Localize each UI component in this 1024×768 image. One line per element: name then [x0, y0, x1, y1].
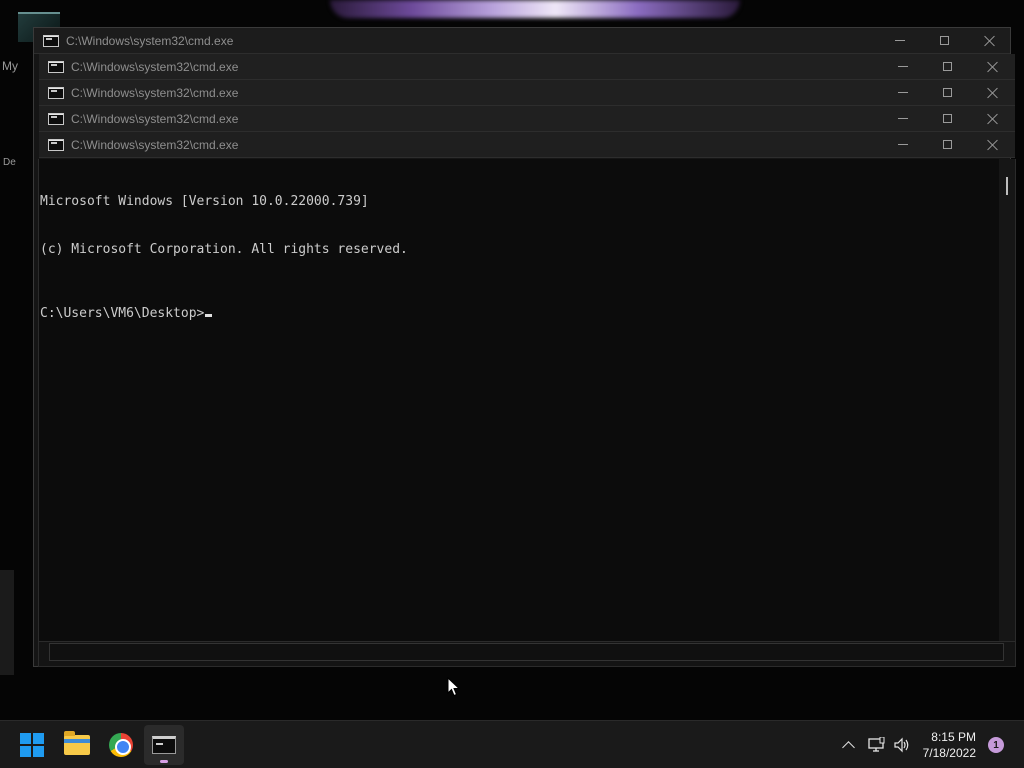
minimize-button[interactable]: [880, 132, 925, 157]
maximize-icon: [940, 36, 949, 45]
window-title: C:\Windows\system32\cmd.exe: [71, 137, 239, 152]
maximize-icon: [943, 114, 952, 123]
window-title: C:\Windows\system32\cmd.exe: [71, 111, 239, 126]
chrome-icon: [109, 733, 133, 757]
file-explorer-icon: [64, 731, 90, 755]
minimize-button[interactable]: [880, 80, 925, 105]
maximize-button[interactable]: [925, 132, 970, 157]
minimize-button[interactable]: [877, 28, 922, 53]
cmd-app-icon: [48, 112, 64, 125]
command-prompt-icon: [152, 736, 176, 754]
console-text: Microsoft Windows [Version 10.0.22000.73…: [40, 162, 408, 354]
maximize-button[interactable]: [925, 54, 970, 79]
network-button[interactable]: [864, 733, 888, 757]
cmd-window-titlebar-active[interactable]: C:\Windows\system32\cmd.exe: [39, 132, 1015, 158]
minimize-icon: [897, 92, 908, 93]
wallpaper-glow: [330, 0, 740, 18]
clock-date: 7/18/2022: [922, 746, 976, 760]
minimize-icon: [897, 118, 908, 119]
window-title: C:\Windows\system32\cmd.exe: [71, 59, 239, 74]
notification-badge[interactable]: 1: [988, 737, 1004, 753]
active-app-indicator: [160, 760, 168, 763]
volume-button[interactable]: [890, 733, 914, 757]
minimize-button[interactable]: [880, 106, 925, 131]
mouse-pointer-icon: [447, 677, 461, 697]
cmd-window-titlebar[interactable]: C:\Windows\system32\cmd.exe: [39, 106, 1015, 132]
window-title: C:\Windows\system32\cmd.exe: [66, 33, 234, 48]
minimize-icon: [897, 66, 908, 67]
show-hidden-icons-button[interactable]: [836, 733, 860, 757]
maximize-button[interactable]: [922, 28, 967, 53]
maximize-icon: [943, 88, 952, 97]
cmd-app-icon: [48, 60, 64, 73]
close-icon: [987, 139, 999, 151]
network-icon: [868, 737, 885, 752]
close-button[interactable]: [970, 54, 1015, 79]
horizontal-scrollbar[interactable]: [49, 643, 1004, 661]
close-icon: [987, 87, 999, 99]
console-output-area[interactable]: Microsoft Windows [Version 10.0.22000.73…: [38, 159, 1016, 641]
console-copyright-line: (c) Microsoft Corporation. All rights re…: [40, 242, 408, 257]
minimize-button[interactable]: [880, 54, 925, 79]
console-version-line: Microsoft Windows [Version 10.0.22000.73…: [40, 194, 369, 209]
background-window-edge: [0, 570, 14, 675]
close-button[interactable]: [970, 80, 1015, 105]
window-title: C:\Windows\system32\cmd.exe: [71, 85, 239, 100]
minimize-icon: [897, 144, 908, 145]
close-icon: [984, 35, 996, 47]
cmd-window-titlebar[interactable]: C:\Windows\system32\cmd.exe: [34, 28, 1010, 54]
minimize-icon: [894, 40, 905, 41]
clock[interactable]: 8:15 PM 7/18/2022: [923, 729, 976, 761]
scrollbar-thumb[interactable]: [1006, 177, 1008, 195]
console-prompt-line[interactable]: C:\Users\VM6\Desktop>: [40, 306, 408, 322]
desktop-label-my: My: [2, 59, 18, 73]
file-explorer-button[interactable]: [57, 725, 97, 765]
taskbar: 8:15 PM 7/18/2022 1: [0, 720, 1024, 768]
text-cursor: [205, 314, 213, 317]
cmd-app-icon: [48, 86, 64, 99]
cmd-window-titlebar[interactable]: C:\Windows\system32\cmd.exe: [39, 54, 1015, 80]
windows-start-icon: [20, 733, 44, 757]
maximize-button[interactable]: [925, 106, 970, 131]
cmd-app-icon: [43, 34, 59, 47]
chrome-button[interactable]: [101, 725, 141, 765]
console-prompt: C:\Users\VM6\Desktop>: [40, 306, 205, 321]
close-button[interactable]: [970, 106, 1015, 131]
chevron-up-icon: [841, 741, 855, 754]
window-bottom-area: [38, 641, 1016, 667]
vertical-scrollbar[interactable]: [999, 159, 1015, 641]
clock-time: 8:15 PM: [931, 730, 976, 744]
command-prompt-taskbar-button[interactable]: [144, 725, 184, 765]
maximize-icon: [943, 140, 952, 149]
desktop-label-de: De: [3, 157, 16, 168]
system-tray: [836, 721, 914, 768]
cmd-window-titlebar[interactable]: C:\Windows\system32\cmd.exe: [39, 80, 1015, 106]
close-icon: [987, 113, 999, 125]
maximize-button[interactable]: [925, 80, 970, 105]
volume-icon: [894, 737, 909, 753]
start-button[interactable]: [12, 725, 52, 765]
close-button[interactable]: [967, 28, 1012, 53]
maximize-icon: [943, 62, 952, 71]
cmd-app-icon: [48, 138, 64, 151]
close-button[interactable]: [970, 132, 1015, 157]
close-icon: [987, 61, 999, 73]
